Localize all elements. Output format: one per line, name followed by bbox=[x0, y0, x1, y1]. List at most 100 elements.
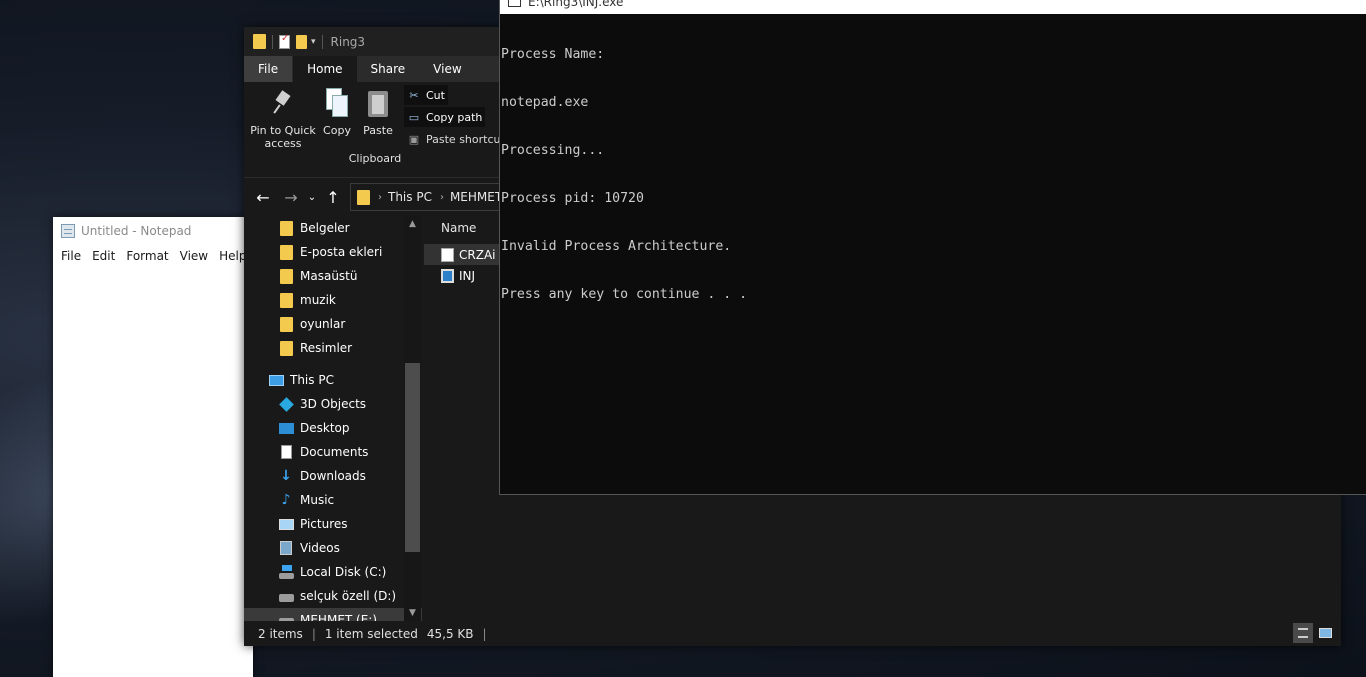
breadcrumb-chevron-icon[interactable]: › bbox=[440, 192, 444, 203]
nav-item-label: Videos bbox=[300, 541, 340, 555]
toolbar-divider bbox=[321, 34, 323, 49]
nav-item-label: Downloads bbox=[300, 469, 366, 483]
file-name: CRZAi bbox=[459, 247, 496, 262]
paste-shortcut-label: Paste shortcut bbox=[426, 132, 505, 146]
nav-item-label: MEHMET (E:) bbox=[300, 613, 378, 621]
details-view-button[interactable] bbox=[1293, 623, 1313, 643]
console-line: Press any key to continue . . . bbox=[501, 287, 748, 302]
drive-icon bbox=[278, 594, 294, 602]
nav-item-music[interactable]: ♪ Music bbox=[244, 488, 422, 512]
system-drive-icon bbox=[278, 565, 294, 579]
console-title: E:\Ring3\INJ.exe bbox=[528, 0, 624, 9]
paste-shortcut-button[interactable]: ▣ Paste shortcut bbox=[404, 129, 508, 149]
large-icons-view-icon bbox=[1318, 628, 1332, 638]
large-icons-view-button[interactable] bbox=[1315, 623, 1335, 643]
copy-button[interactable]: Copy bbox=[322, 88, 352, 137]
nav-item-label: Belgeler bbox=[300, 221, 350, 235]
nav-item-label: oyunlar bbox=[300, 317, 346, 331]
nav-item-pictures[interactable]: Pictures bbox=[244, 512, 422, 536]
copy-path-label: Copy path bbox=[426, 110, 483, 124]
console-line: Process pid: 10720 bbox=[501, 191, 644, 206]
console-icon bbox=[508, 0, 521, 7]
breadcrumb-chevron-icon[interactable]: › bbox=[378, 192, 382, 203]
scissors-icon: ✂ bbox=[409, 88, 419, 102]
nav-item-label: Music bbox=[300, 493, 335, 507]
nav-item-documents[interactable]: Documents bbox=[244, 440, 422, 464]
nav-item-oyunlar[interactable]: oyunlar bbox=[244, 312, 422, 336]
document-icon bbox=[280, 445, 292, 459]
properties-icon[interactable] bbox=[279, 33, 290, 49]
folder-icon bbox=[279, 244, 293, 260]
copy-path-button[interactable]: ▭ Copy path bbox=[404, 107, 486, 127]
tab-view[interactable]: View bbox=[419, 56, 475, 82]
console-line: Process Name: bbox=[501, 47, 605, 62]
navigation-pane: Belgeler E-posta ekleri Masaüstü muzik o… bbox=[244, 216, 422, 621]
nav-item-label: 3D Objects bbox=[300, 397, 367, 411]
navigation-scrollbar[interactable]: ▲ ▼ bbox=[404, 216, 421, 621]
status-divider: | bbox=[482, 626, 487, 641]
nav-item-local-disk-c[interactable]: Local Disk (C:) bbox=[244, 560, 422, 584]
notepad-menubar: File Edit Format View Help bbox=[53, 245, 253, 267]
cut-button[interactable]: ✂ Cut bbox=[404, 85, 448, 105]
nav-item-belgeler[interactable]: Belgeler bbox=[244, 216, 422, 240]
folder-icon bbox=[279, 220, 293, 236]
nav-item-label: Desktop bbox=[300, 421, 350, 435]
paste-button[interactable]: Paste bbox=[361, 88, 395, 137]
video-icon bbox=[280, 541, 292, 555]
nav-item-downloads[interactable]: ↓ Downloads bbox=[244, 464, 422, 488]
picture-icon bbox=[278, 518, 294, 530]
clipboard-icon bbox=[366, 88, 390, 120]
scroll-up-icon[interactable]: ▲ bbox=[404, 216, 421, 232]
nav-item-3d-objects[interactable]: 3D Objects bbox=[244, 392, 422, 416]
console-titlebar[interactable]: E:\Ring3\INJ.exe bbox=[500, 0, 1366, 14]
up-arrow-icon[interactable]: ↑ bbox=[319, 188, 347, 207]
console-line: Invalid Process Architecture. bbox=[501, 239, 732, 254]
scrollbar-thumb[interactable] bbox=[405, 363, 420, 552]
pin-to-quick-access-button[interactable]: Pin to Quick access bbox=[250, 88, 316, 150]
pin-icon bbox=[272, 88, 294, 118]
notepad-text-area[interactable] bbox=[53, 267, 253, 677]
notepad-menu-help[interactable]: Help bbox=[219, 249, 246, 263]
console-line: Processing... bbox=[501, 143, 605, 158]
nav-item-muzik[interactable]: muzik bbox=[244, 288, 422, 312]
nav-item-label: This PC bbox=[290, 373, 334, 387]
notepad-menu-view[interactable]: View bbox=[180, 249, 208, 263]
notepad-menu-format[interactable]: Format bbox=[126, 249, 168, 263]
breadcrumb-this-pc[interactable]: This PC bbox=[388, 190, 432, 204]
breadcrumb-mehmet[interactable]: MEHMET bbox=[450, 190, 502, 204]
pin-label: Pin to Quick access bbox=[250, 124, 316, 150]
folder-icon bbox=[279, 340, 293, 356]
details-view-icon bbox=[1298, 628, 1308, 638]
new-folder-icon[interactable] bbox=[296, 34, 307, 49]
console-window[interactable]: E:\Ring3\INJ.exe Process Name: notepad.e… bbox=[499, 0, 1366, 495]
folder-icon bbox=[357, 189, 370, 205]
file-row-crzai[interactable]: CRZAi bbox=[424, 244, 501, 265]
forward-arrow-icon[interactable]: → bbox=[277, 188, 305, 207]
back-arrow-icon[interactable]: ← bbox=[249, 188, 277, 207]
folder-icon bbox=[279, 316, 293, 332]
notepad-window[interactable]: Untitled - Notepad File Edit Format View… bbox=[53, 217, 253, 677]
notepad-menu-edit[interactable]: Edit bbox=[92, 249, 115, 263]
tab-home[interactable]: Home bbox=[293, 56, 357, 82]
tab-file[interactable]: File bbox=[244, 56, 293, 82]
paste-label: Paste bbox=[363, 124, 393, 137]
scroll-down-icon[interactable]: ▼ bbox=[404, 605, 421, 621]
nav-item-desktop[interactable]: Desktop bbox=[244, 416, 422, 440]
notepad-titlebar[interactable]: Untitled - Notepad bbox=[53, 217, 253, 245]
recent-locations-chevron-icon[interactable]: ⌄ bbox=[305, 192, 319, 203]
nav-item-e-posta-ekleri[interactable]: E-posta ekleri bbox=[244, 240, 422, 264]
nav-item-mehmet-e[interactable]: MEHMET (E:) bbox=[244, 608, 422, 621]
nav-item-selcuk-ozell-d[interactable]: selçuk özell (D:) bbox=[244, 584, 422, 608]
notepad-menu-file[interactable]: File bbox=[61, 249, 81, 263]
status-divider: | bbox=[311, 626, 316, 641]
notepad-title: Untitled - Notepad bbox=[81, 224, 192, 238]
nav-item-label: muzik bbox=[300, 293, 336, 307]
nav-item-masaustu[interactable]: Masaüstü bbox=[244, 264, 422, 288]
folder-icon bbox=[279, 268, 293, 284]
chevron-down-icon[interactable]: ▾ bbox=[311, 37, 316, 47]
nav-item-label: Pictures bbox=[300, 517, 348, 531]
nav-item-videos[interactable]: Videos bbox=[244, 536, 422, 560]
nav-item-this-pc[interactable]: This PC bbox=[244, 368, 422, 392]
tab-share[interactable]: Share bbox=[357, 56, 420, 82]
nav-item-resimler[interactable]: Resimler bbox=[244, 336, 422, 360]
